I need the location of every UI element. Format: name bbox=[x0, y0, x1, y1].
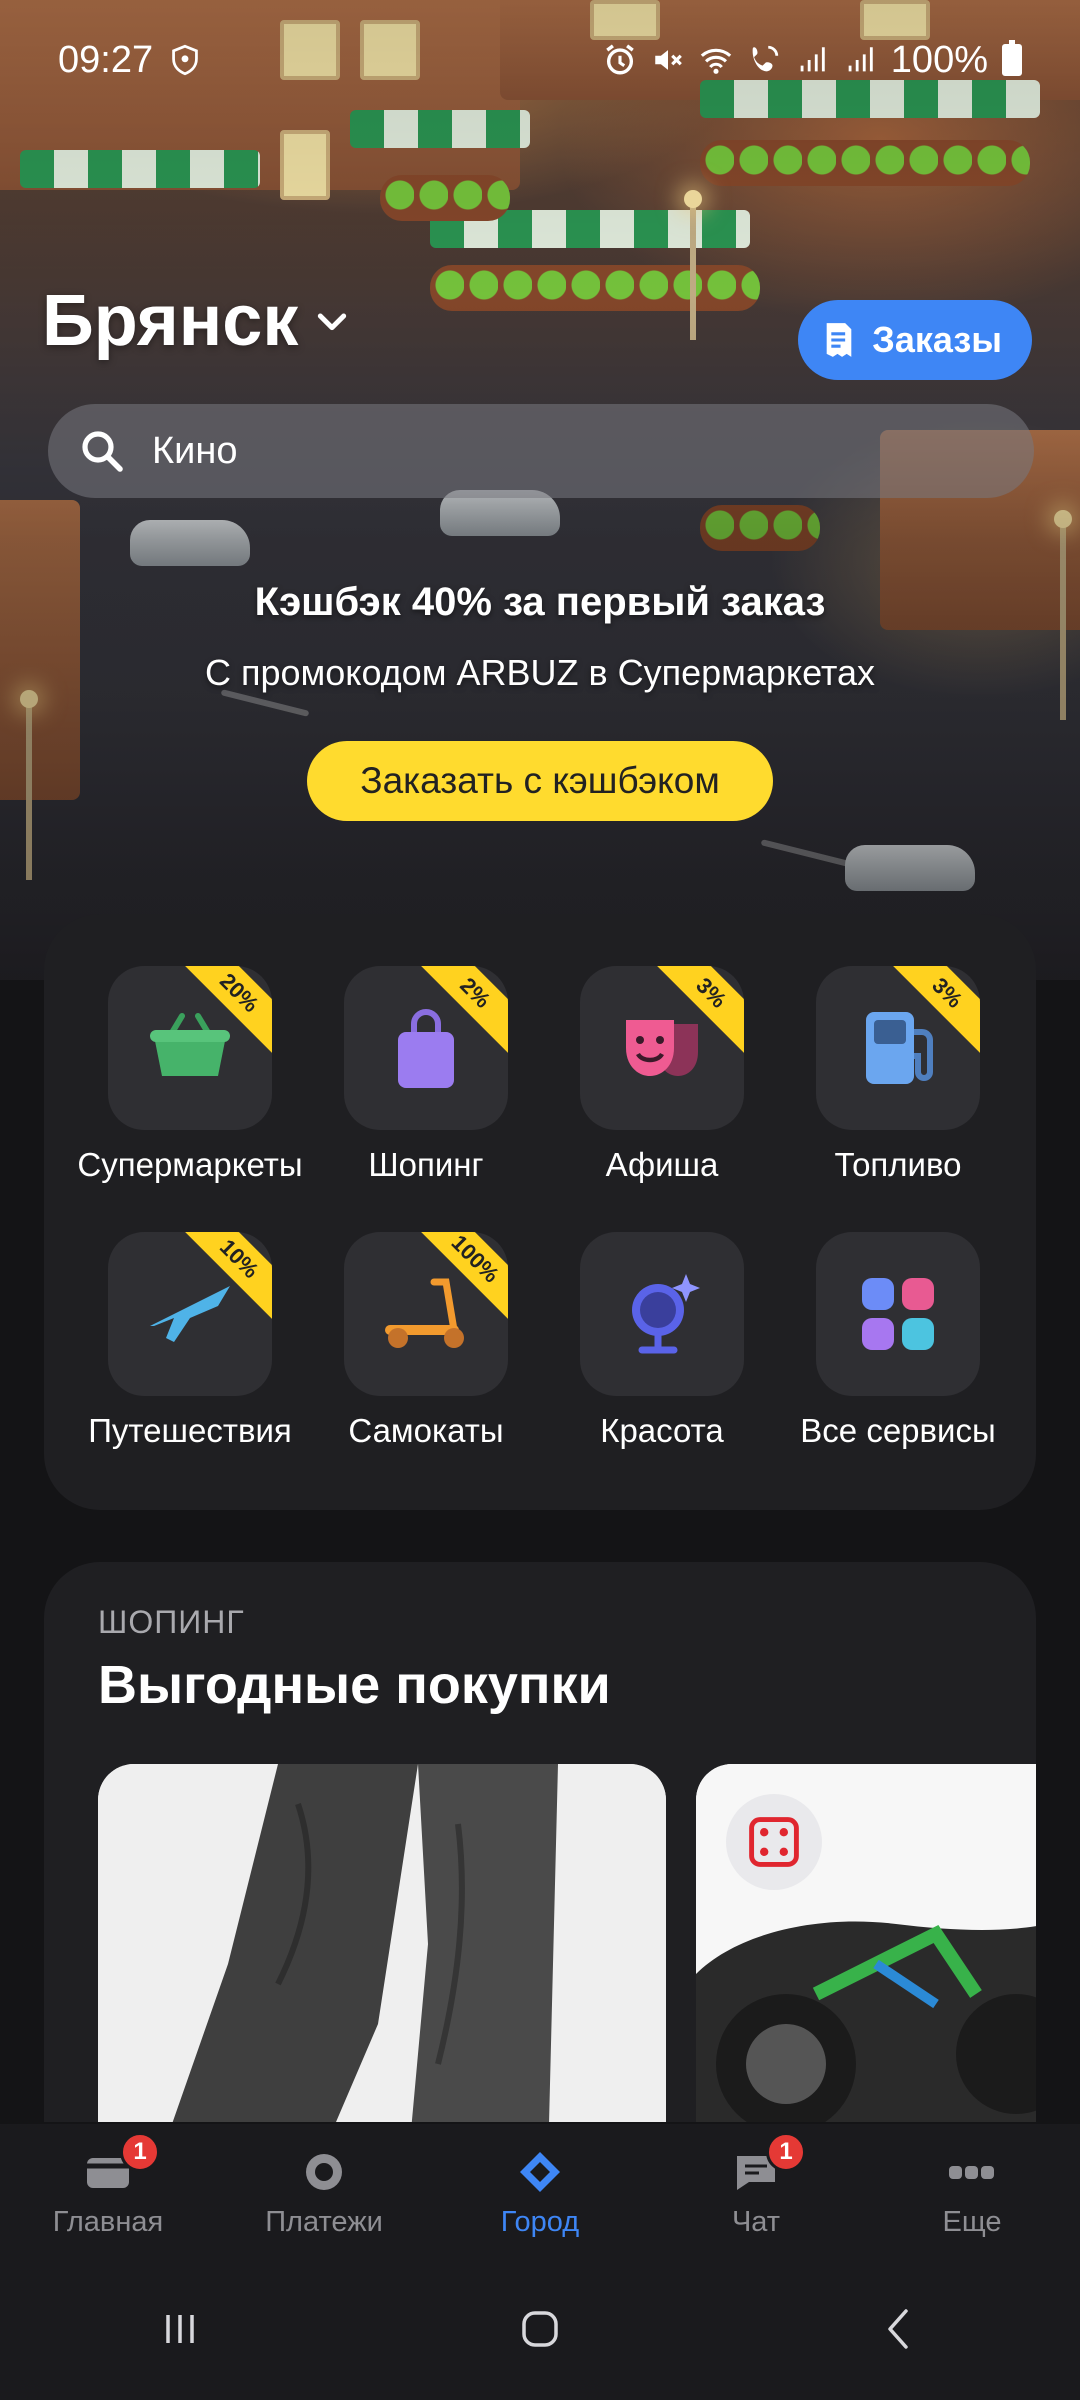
airplane-icon bbox=[150, 1286, 230, 1342]
nav-label: Главная bbox=[52, 2206, 164, 2238]
service-label: Топливо bbox=[834, 1146, 962, 1183]
nav-payments[interactable]: Платежи bbox=[216, 2124, 432, 2258]
shield-icon bbox=[172, 44, 198, 76]
city-icon bbox=[520, 2152, 560, 2192]
mirror-sparkle-icon bbox=[632, 1274, 700, 1354]
service-beauty[interactable]: Красота bbox=[544, 1232, 780, 1450]
nav-city[interactable]: Город bbox=[432, 2124, 648, 2258]
grid-apps-icon bbox=[862, 1278, 934, 1350]
payments-icon bbox=[306, 2154, 342, 2190]
nav-label: Чат bbox=[731, 2206, 781, 2238]
service-shopping[interactable]: 2% Шопинг bbox=[308, 966, 544, 1184]
service-fuel[interactable]: 3% Топливо bbox=[780, 966, 1016, 1184]
product-card[interactable] bbox=[98, 1764, 666, 2122]
status-bar: 09:27 100% bbox=[0, 0, 1080, 120]
orders-button[interactable]: Заказы bbox=[798, 300, 1032, 380]
service-all[interactable]: Все сервисы bbox=[780, 1232, 1016, 1450]
service-afisha[interactable]: 3% Афиша bbox=[544, 966, 780, 1184]
basket-icon bbox=[150, 1013, 230, 1076]
jeans-image bbox=[98, 1764, 666, 2122]
theater-masks-icon bbox=[626, 1020, 698, 1076]
service-scooters[interactable]: 100% Самокаты bbox=[308, 1232, 544, 1450]
nav-chat[interactable]: Чат 1 bbox=[648, 2124, 864, 2258]
service-label: Все сервисы bbox=[800, 1412, 996, 1449]
section-title: Выгодные покупки bbox=[98, 1655, 611, 1715]
product-card[interactable] bbox=[696, 1764, 1036, 2122]
alarm-icon bbox=[606, 44, 634, 75]
signal-icon bbox=[848, 47, 873, 72]
status-time: 09:27 bbox=[58, 38, 154, 81]
services-grid: 20% Супермаркеты 2% Шопинг 3% Афиша 3% Т… bbox=[44, 914, 1036, 1510]
service-supermarkets[interactable]: 20% Супермаркеты bbox=[72, 966, 308, 1184]
chevron-down-icon bbox=[318, 313, 347, 331]
back-icon[interactable] bbox=[876, 2305, 924, 2353]
city-name: Брянск bbox=[42, 281, 299, 361]
service-label: Красота bbox=[600, 1412, 724, 1449]
promo-cashback-button[interactable]: Заказать с кэшбэком bbox=[307, 741, 773, 821]
bottom-navigation: Главная 1 Платежи Город Чат 1 Еще bbox=[0, 2124, 1080, 2258]
nav-label: Платежи bbox=[265, 2206, 383, 2238]
system-navigation bbox=[0, 2258, 1080, 2400]
receipt-icon bbox=[826, 323, 852, 357]
search-text: Кино bbox=[152, 429, 238, 472]
nav-more[interactable]: Еще bbox=[864, 2124, 1080, 2258]
service-label: Шопинг bbox=[368, 1146, 484, 1183]
nav-label: Город bbox=[500, 2206, 580, 2238]
section-kicker: ШОПИНГ bbox=[98, 1604, 245, 1640]
deals-section: ШОПИНГ Выгодные покупки bbox=[44, 1562, 1036, 2122]
wifi-call-icon bbox=[752, 45, 778, 72]
scooter-icon bbox=[385, 1278, 464, 1348]
home-button-icon[interactable] bbox=[516, 2305, 564, 2353]
city-selector[interactable]: Брянск bbox=[42, 280, 352, 362]
notification-badge: 1 bbox=[766, 2132, 806, 2172]
notification-badge: 1 bbox=[120, 2132, 160, 2172]
signal-icon bbox=[800, 47, 825, 72]
mute-icon bbox=[655, 50, 682, 70]
service-label: Путешествия bbox=[88, 1412, 292, 1449]
battery-percent: 100% bbox=[890, 38, 988, 81]
service-travel[interactable]: 10% Путешествия bbox=[72, 1232, 308, 1450]
nav-home[interactable]: Главная 1 bbox=[0, 2124, 216, 2258]
shopping-bag-icon bbox=[398, 1009, 454, 1088]
nav-label: Еще bbox=[942, 2206, 1002, 2238]
search-icon bbox=[82, 431, 123, 472]
battery-icon bbox=[1002, 40, 1022, 76]
more-icon bbox=[949, 2166, 994, 2179]
orders-label: Заказы bbox=[872, 319, 1002, 360]
service-label: Самокаты bbox=[348, 1412, 504, 1449]
wifi-icon bbox=[700, 48, 732, 74]
service-label: Супермаркеты bbox=[77, 1146, 303, 1183]
search-field[interactable]: Кино bbox=[48, 404, 1034, 498]
dice-logo-icon bbox=[726, 1794, 822, 1890]
promo-title: Кэшбэк 40% за первый заказ bbox=[254, 580, 826, 624]
fuel-pump-icon bbox=[866, 1012, 933, 1084]
recent-apps-icon[interactable] bbox=[156, 2305, 204, 2353]
promo-subtitle: С промокодом ARBUZ в Супермаркетах bbox=[204, 652, 876, 693]
service-label: Афиша bbox=[605, 1146, 719, 1183]
